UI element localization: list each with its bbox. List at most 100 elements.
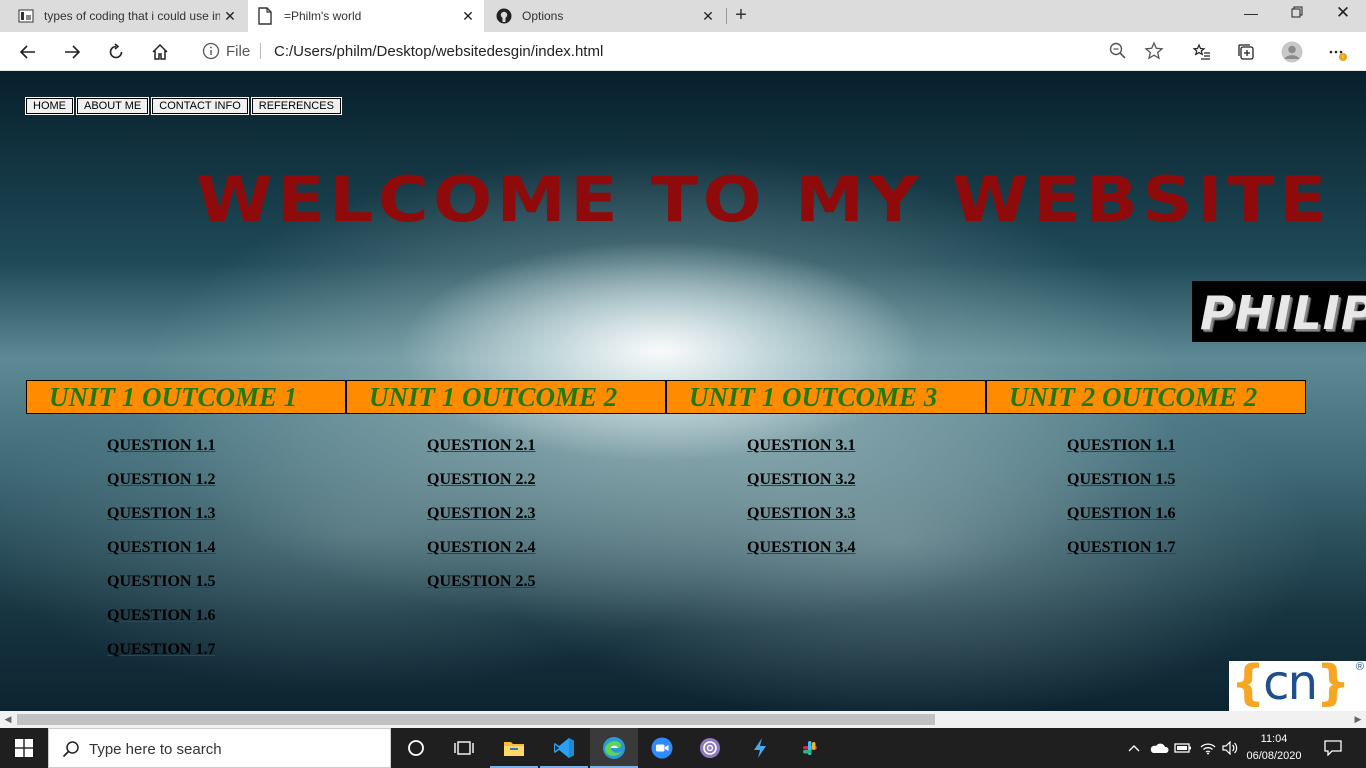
home-icon[interactable] [146,38,174,66]
notification-center-icon[interactable] [1318,728,1348,768]
outcome-header: UNIT 1 OUTCOME 1 [26,380,346,414]
question-link[interactable]: QUESTION 1.1 [1067,437,1175,471]
favorites-list-icon[interactable] [1188,38,1216,66]
philip-logo: PHILIP [1192,281,1366,342]
nav-references-button[interactable]: REFERENCES [250,97,342,115]
volume-icon[interactable] [1220,728,1240,768]
refresh-icon[interactable] [102,38,130,66]
file-explorer-icon[interactable] [490,728,538,768]
new-tab-icon[interactable]: + [731,5,751,27]
collections-icon[interactable] [1232,38,1260,66]
browser-toolbar: File C:/Users/philm/Desktop/websitedesgi… [0,32,1366,71]
question-link[interactable]: QUESTION 2.3 [427,505,535,539]
question-link[interactable]: QUESTION 2.2 [427,471,535,505]
cn-logo: {cn} ® [1229,657,1366,711]
vscode-icon[interactable] [540,728,588,768]
onedrive-icon[interactable] [1148,728,1170,768]
question-link[interactable]: QUESTION 1.6 [1067,505,1175,539]
address-scheme: File [226,43,251,60]
tab-title: =Philm's world [284,9,362,23]
nav-contact-button[interactable]: CONTACT INFO [151,97,249,115]
address-url[interactable]: C:/Users/philm/Desktop/websitedesgin/ind… [274,43,603,60]
scroll-left-icon[interactable]: ◀ [2,713,14,726]
close-icon[interactable]: ✕ [460,8,476,24]
question-link[interactable]: QUESTION 1.4 [107,539,215,573]
logo-cn-text: cn [1263,655,1318,711]
tab-separator [726,8,727,24]
back-icon[interactable] [14,38,42,66]
question-link[interactable]: QUESTION 1.5 [1067,471,1175,505]
github-icon [496,8,512,24]
outcome-header-row: UNIT 1 OUTCOME 1 UNIT 1 OUTCOME 2 UNIT 1… [26,380,1306,414]
windows-start-icon[interactable] [0,728,48,768]
forward-icon[interactable] [58,38,86,66]
question-link[interactable]: QUESTION 1.5 [107,573,215,607]
horizontal-scrollbar[interactable]: ◀ ▶ [0,711,1366,728]
show-hidden-icons[interactable] [1124,728,1144,768]
search-placeholder: Type here to search [89,741,222,758]
wifi-icon[interactable] [1198,728,1218,768]
settings-more-icon[interactable]: ! [1324,38,1352,66]
system-clock[interactable]: 11:04 06/08/2020 [1244,731,1304,765]
restore-icon[interactable] [1274,0,1320,28]
minimize-icon[interactable]: — [1228,0,1274,28]
nav-about-button[interactable]: ABOUT ME [75,97,150,115]
edge-browser-icon[interactable] [590,728,638,768]
close-icon[interactable]: ✕ [700,8,716,24]
slack-icon[interactable] [786,728,834,768]
tab-philms-world[interactable]: =Philm's world ✕ [248,0,484,32]
app-bolt-icon[interactable] [736,728,784,768]
question-link[interactable]: QUESTION 2.1 [427,437,535,471]
close-window-icon[interactable]: ✕ [1320,0,1366,28]
question-link[interactable]: QUESTION 2.5 [427,573,535,607]
question-link[interactable]: QUESTION 3.3 [747,505,855,539]
registered-mark: ® [1355,661,1364,673]
clock-date: 06/08/2020 [1246,750,1302,762]
scrollbar-thumb[interactable] [17,714,935,725]
outcome-header: UNIT 2 OUTCOME 2 [986,380,1306,414]
taskbar-search[interactable]: Type here to search [48,728,391,768]
outcome-header: UNIT 1 OUTCOME 2 [346,380,666,414]
app-swirl-icon[interactable] [686,728,734,768]
scroll-right-icon[interactable]: ▶ [1352,713,1364,726]
taskbar: Type here to search 11:04 06/08/2020 [0,728,1366,768]
web-page: HOME ABOUT ME CONTACT INFO REFERENCES WE… [0,71,1366,711]
logo-text: PHILIP [1200,286,1366,340]
profile-avatar-icon[interactable] [1278,38,1306,66]
logo-brace-right: } [1315,655,1350,711]
tab-strip: types of coding that i could use in ✕ =P… [0,0,1366,32]
info-icon[interactable] [202,42,220,60]
logo-brace-left: { [1231,655,1265,711]
question-link[interactable]: QUESTION 1.7 [107,641,215,675]
question-link[interactable]: QUESTION 1.3 [107,505,215,539]
question-link[interactable]: QUESTION 1.6 [107,607,215,641]
tab-title: Options [522,9,564,23]
tab-options[interactable]: Options ✕ [486,0,724,32]
nav-home-button[interactable]: HOME [25,97,74,115]
close-icon[interactable]: ✕ [222,8,238,24]
question-link[interactable]: QUESTION 1.7 [1067,539,1175,573]
zoom-app-icon[interactable] [638,728,686,768]
site-nav: HOME ABOUT ME CONTACT INFO REFERENCES [25,97,342,115]
question-column-2: QUESTION 2.1 QUESTION 2.2 QUESTION 2.3 Q… [427,437,535,607]
cortana-icon[interactable] [392,728,440,768]
question-column-4: QUESTION 1.1 QUESTION 1.5 QUESTION 1.6 Q… [1067,437,1175,573]
battery-icon[interactable] [1172,728,1194,768]
tab-coding-types[interactable]: types of coding that i could use in ✕ [8,0,246,32]
task-view-icon[interactable] [440,728,488,768]
question-link[interactable]: QUESTION 1.1 [107,437,215,471]
zoom-icon[interactable] [1108,41,1128,61]
tab-title: types of coding that i could use in [44,9,220,23]
question-link[interactable]: QUESTION 3.4 [747,539,855,573]
document-icon [258,7,274,25]
question-link[interactable]: QUESTION 1.2 [107,471,215,505]
question-column-3: QUESTION 3.1 QUESTION 3.2 QUESTION 3.3 Q… [747,437,855,573]
outcome-header: UNIT 1 OUTCOME 3 [666,380,986,414]
question-link[interactable]: QUESTION 2.4 [427,539,535,573]
question-link[interactable]: QUESTION 3.2 [747,471,855,505]
address-bar[interactable]: File C:/Users/philm/Desktop/websitedesgi… [188,35,1174,67]
favorite-star-icon[interactable] [1144,41,1164,61]
page-headline: WELCOME TO MY WEBSITE [196,163,1331,236]
address-divider [260,43,261,59]
question-link[interactable]: QUESTION 3.1 [747,437,855,471]
